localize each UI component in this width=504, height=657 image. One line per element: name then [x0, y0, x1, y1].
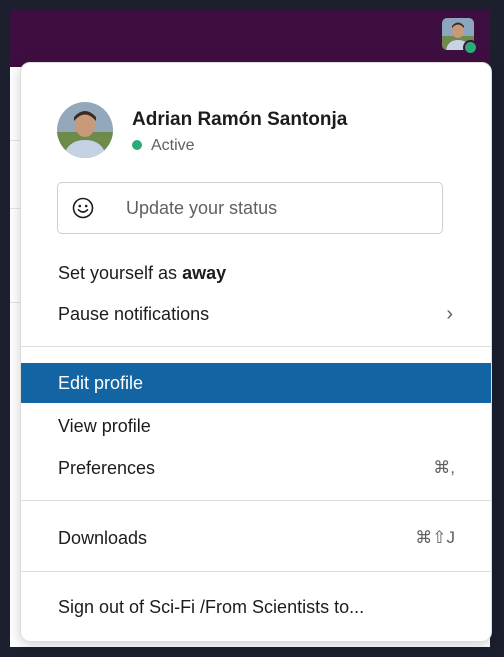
workspace-top-bar	[10, 10, 490, 67]
update-status-input[interactable]: Update your status	[57, 182, 443, 234]
menu-item-label: Sign out of Sci-Fi /From Scientists to..…	[58, 597, 365, 617]
menu-item-preferences[interactable]: Preferences ⌘,	[21, 448, 491, 488]
profile-name: Adrian Ramón Santonja	[132, 109, 348, 130]
profile-avatar	[57, 102, 113, 158]
smiley-icon	[72, 197, 94, 219]
menu-divider	[21, 346, 491, 347]
presence-status: Active	[132, 137, 195, 155]
menu-item-set-away[interactable]: Set yourself as away	[21, 253, 491, 293]
downloads-shortcut: ⌘⇧J	[415, 528, 455, 547]
away-prefix-text: Set yourself as	[58, 263, 183, 283]
menu-item-label: Pause notifications	[58, 304, 210, 324]
active-status-dot	[132, 140, 142, 150]
menu-divider	[21, 571, 491, 572]
menu-divider	[21, 500, 491, 501]
menu-item-label: View profile	[58, 416, 151, 436]
preferences-shortcut: ⌘,	[433, 458, 455, 477]
menu-item-downloads[interactable]: Downloads ⌘⇧J	[21, 518, 491, 558]
avatar-image	[57, 102, 113, 158]
menu-item-edit-profile[interactable]: Edit profile	[21, 363, 491, 403]
away-emphasis-text: away	[182, 263, 227, 283]
profile-header[interactable]: Adrian Ramón Santonja Active	[57, 102, 477, 160]
menu-item-label: Edit profile	[58, 373, 144, 393]
menu-item-view-profile[interactable]: View profile	[21, 406, 491, 446]
menu-item-sign-out[interactable]: Sign out of Sci-Fi /From Scientists to..…	[21, 587, 491, 627]
menu-item-label: Set yourself as away	[58, 263, 226, 284]
status-placeholder: Update your status	[126, 198, 278, 218]
presence-status-label: Active	[151, 137, 195, 154]
user-avatar-button[interactable]	[442, 18, 478, 55]
user-menu: Adrian Ramón Santonja Active Update your…	[20, 62, 492, 642]
menu-item-label: Preferences	[58, 458, 156, 478]
menu-item-pause-notifications[interactable]: Pause notifications ›	[21, 294, 491, 334]
presence-indicator	[463, 40, 478, 55]
menu-item-label: Downloads	[58, 528, 148, 548]
chevron-right-icon: ›	[446, 303, 453, 325]
